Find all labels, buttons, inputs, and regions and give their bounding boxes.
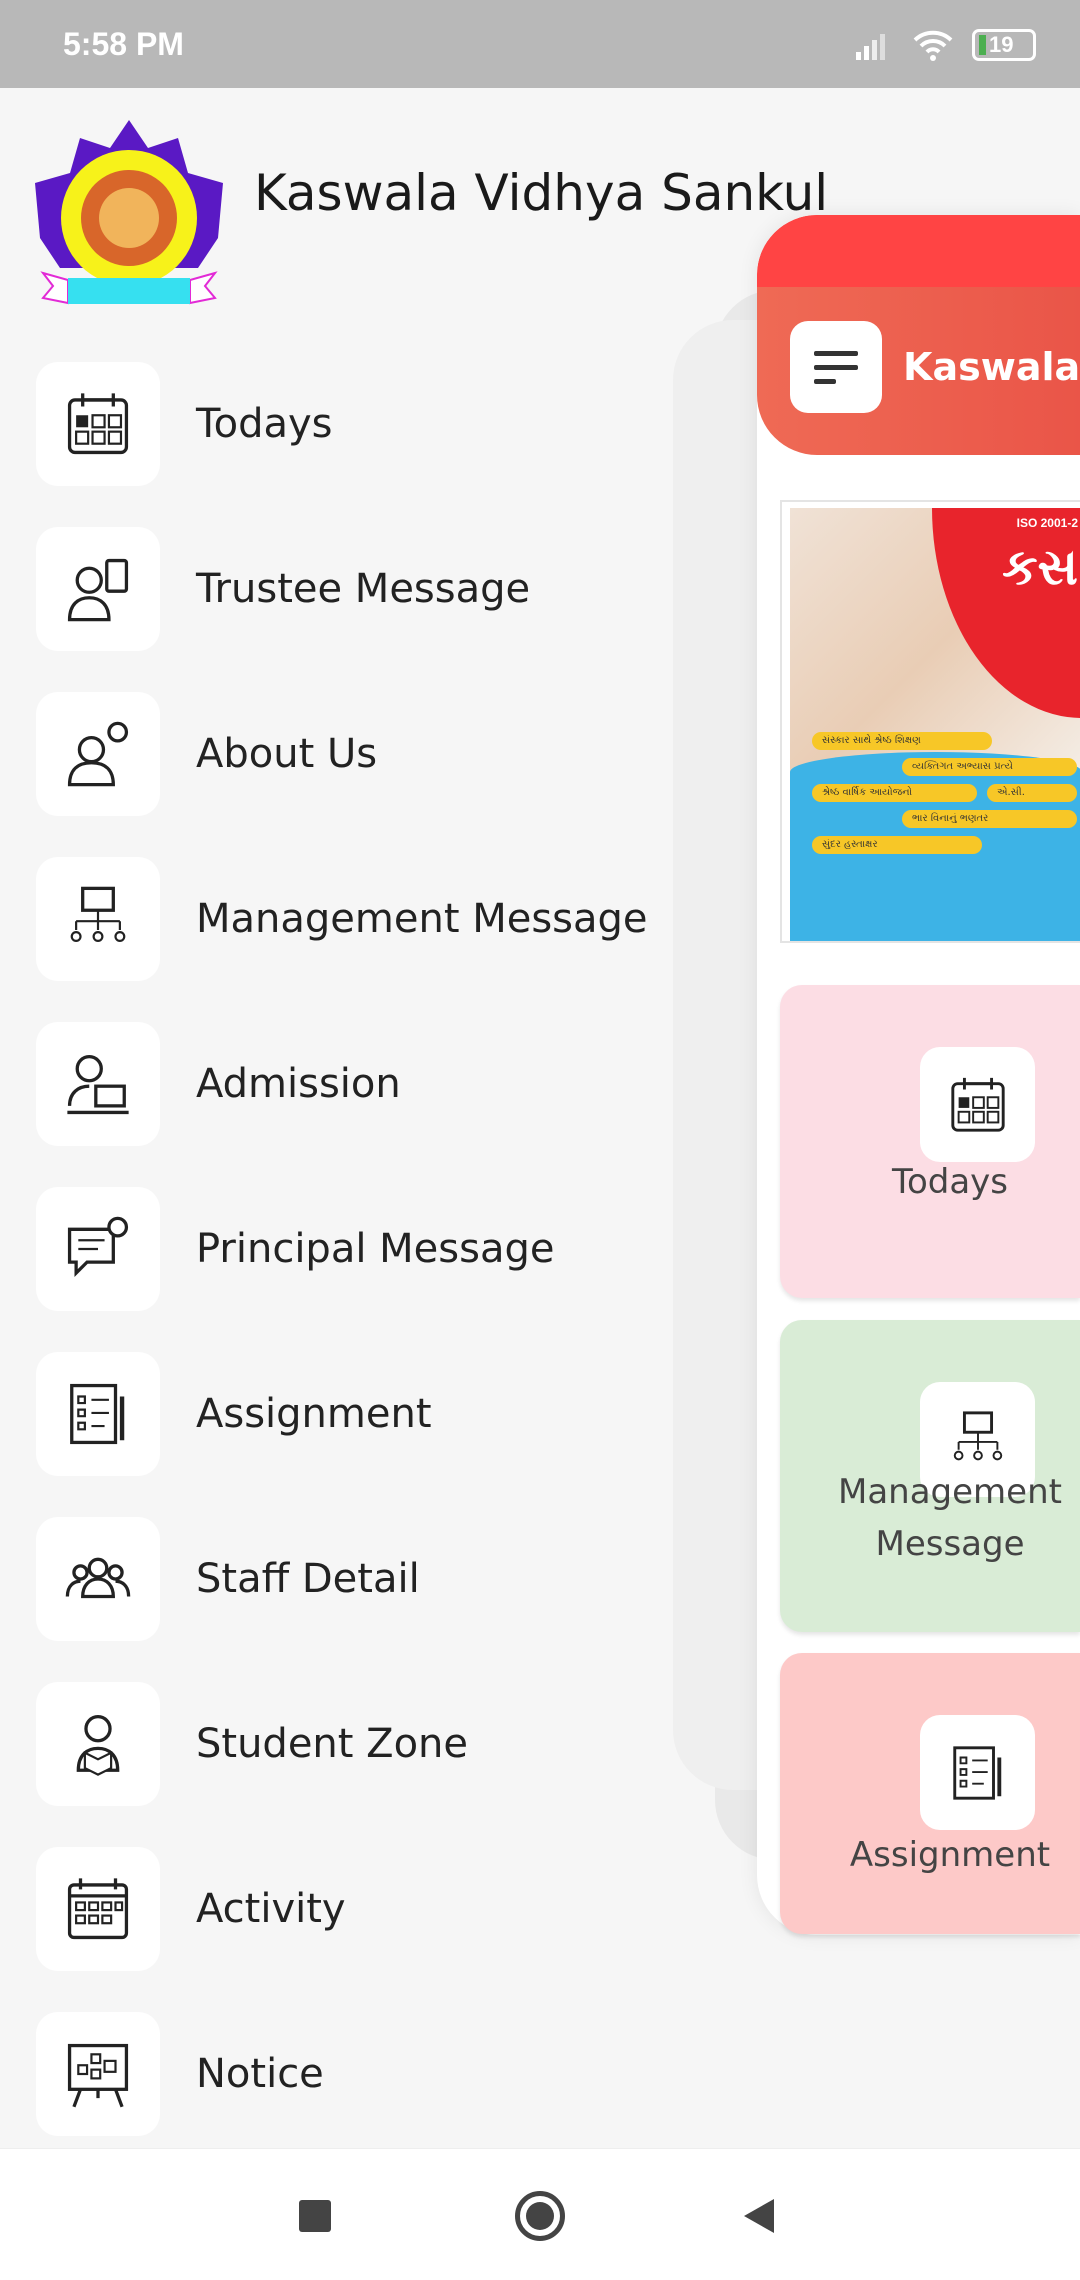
drawer-item-icon-box	[36, 1517, 160, 1641]
student-reading-icon	[76, 1715, 120, 1776]
card-icon-box	[920, 1715, 1035, 1830]
drawer-item-label: Student Zone	[196, 1721, 469, 1767]
drawer-item-label: Admission	[196, 1061, 401, 1107]
banner-iso: ISO 2001-2	[1016, 516, 1078, 530]
drawer-item-icon-box	[36, 1022, 160, 1146]
drawer-item-about-us[interactable]: About Us	[36, 692, 676, 816]
drawer-item-management-message[interactable]: Management Message	[36, 857, 676, 981]
drawer-item-icon-box	[36, 362, 160, 486]
drawer-item-student-zone[interactable]: Student Zone	[36, 1682, 676, 1806]
group-icon	[65, 1557, 131, 1599]
drawer-item-activity[interactable]: Activity	[36, 1847, 676, 1971]
drawer-item-trustee-message[interactable]: Trustee Message	[36, 527, 676, 651]
drawer-item-todays[interactable]: Todays	[36, 362, 676, 486]
banner-pill: શ્રેષ્ઠ વાર્ષિક આયોજનો	[812, 784, 977, 802]
card-label: Assignment	[849, 1835, 1051, 1875]
person-info-icon	[67, 721, 129, 787]
notice-board-icon	[67, 2043, 129, 2108]
drawer-item-staff-detail[interactable]: Staff Detail	[36, 1517, 676, 1641]
card-management-message[interactable]: Management Message	[780, 1320, 1080, 1632]
banner-pill: એ.સી.	[987, 784, 1077, 802]
drawer-item-assignment[interactable]: Assignment	[36, 1352, 676, 1476]
drawer-item-icon-box	[36, 527, 160, 651]
student-laptop-icon	[67, 1055, 129, 1115]
drawer-item-icon-box	[36, 1847, 160, 1971]
recents-button[interactable]	[299, 2200, 331, 2232]
drawer-item-label: Trustee Message	[196, 566, 531, 612]
wifi-icon	[913, 30, 953, 61]
battery-level: 19	[989, 32, 1014, 57]
system-nav-bar	[0, 2148, 1080, 2280]
banner-pill: સંસ્કાર સાથે શ્રેષ્ઠ શિક્ષણ	[812, 732, 992, 750]
hierarchy-icon	[70, 886, 126, 942]
banner-pill: વ્યક્તિગત અભ્યાસ પ્રત્યે	[902, 758, 1077, 776]
drawer-item-icon-box	[36, 1352, 160, 1476]
banner-image: ISO 2001-2 કસ સંસ્કાર સાથે શ્રેષ્ઠ શિક્ષણ…	[780, 500, 1080, 943]
drawer-item-label: Assignment	[196, 1391, 432, 1437]
drawer-item-icon-box	[36, 1187, 160, 1311]
drawer-item-icon-box	[36, 1682, 160, 1806]
status-time: 5:58 PM	[63, 26, 184, 62]
drawer-item-icon-box	[36, 2012, 160, 2136]
card-icon-box	[920, 1047, 1035, 1162]
card-label: Todays	[891, 1162, 1009, 1202]
signal-icon	[856, 34, 885, 60]
banner-pill: સુંદર હસ્તાક્ષર	[812, 836, 982, 854]
activity-calendar-icon	[67, 1878, 129, 1940]
back-button[interactable]	[744, 2199, 774, 2233]
checklist-icon	[952, 1745, 1001, 1800]
banner-pill: ભાર વિનાનું ભણતર	[902, 810, 1077, 828]
trustee-icon	[67, 558, 129, 622]
checklist-icon	[70, 1383, 125, 1445]
drawer-item-label: Notice	[196, 2051, 324, 2097]
drawer-item-icon-box	[36, 857, 160, 981]
drawer-item-admission[interactable]: Admission	[36, 1022, 676, 1146]
battery-icon: 19	[972, 29, 1036, 61]
message-icon	[67, 1216, 129, 1278]
drawer-item-label: Activity	[196, 1886, 346, 1932]
card-todays[interactable]: Todays	[780, 985, 1080, 1298]
calendar-icon	[950, 1077, 1005, 1132]
app-title: Kaswala Vidhya Sankul	[254, 164, 829, 222]
app-header: Kaswala	[757, 215, 1080, 455]
hierarchy-icon	[953, 1410, 1002, 1460]
drawer-item-principal-message[interactable]: Principal Message	[36, 1187, 676, 1311]
drawer-item-label: Staff Detail	[196, 1556, 420, 1602]
drawer-item-label: About Us	[196, 731, 378, 777]
card-assignment[interactable]: Assignment	[780, 1653, 1080, 1934]
drawer-item-notice[interactable]: Notice	[36, 2012, 676, 2136]
calendar-icon	[67, 393, 129, 455]
home-button[interactable]	[515, 2191, 565, 2241]
status-bar: 5:58 PM 19	[0, 0, 1080, 88]
drawer-item-label: Principal Message	[196, 1226, 555, 1272]
drawer-item-label: Todays	[196, 401, 333, 447]
menu-button[interactable]	[790, 321, 882, 413]
banner-heading: કસ	[1002, 538, 1078, 596]
header-title: Kaswala	[903, 345, 1080, 389]
card-label: Management Message	[838, 1472, 1062, 1564]
drawer-item-icon-box	[36, 692, 160, 816]
school-logo	[35, 120, 223, 305]
drawer-item-label: Management Message	[196, 896, 648, 942]
